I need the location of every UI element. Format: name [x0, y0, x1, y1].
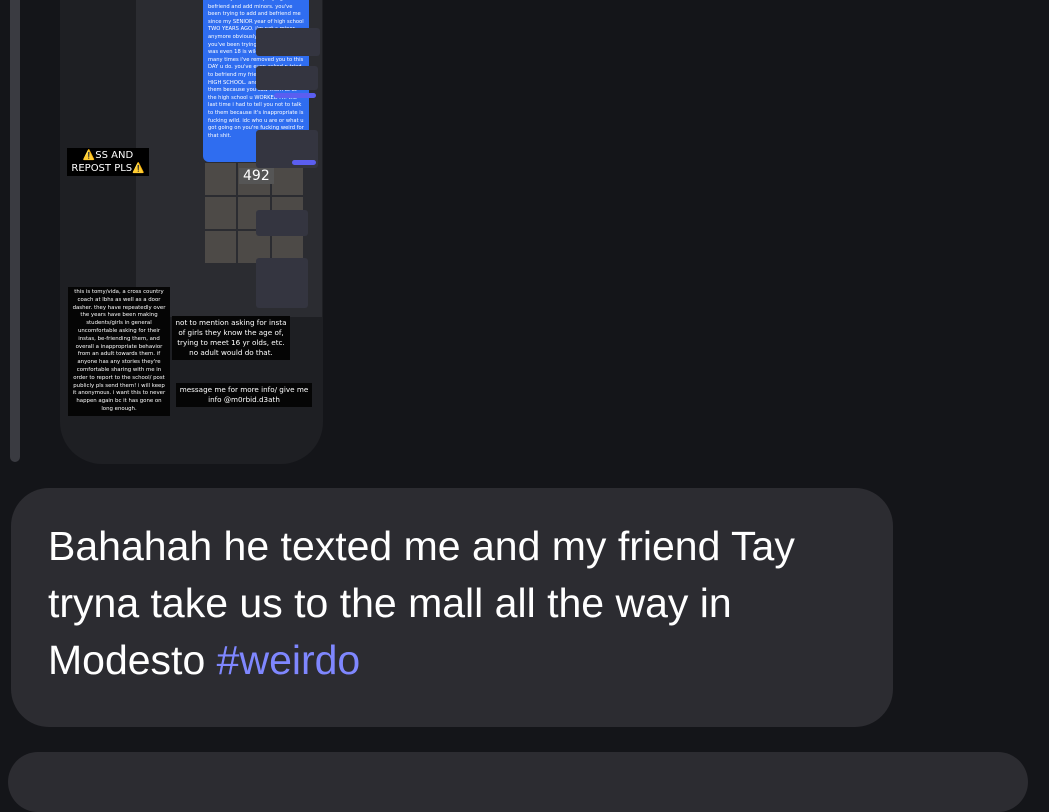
photo-tile — [205, 231, 237, 263]
story-middle-caption: not to mention asking for insta of girls… — [172, 316, 290, 360]
chat-screenshot-snippet — [256, 28, 320, 56]
warning-label: ⚠️SS AND REPOST PLS⚠️ — [67, 148, 149, 176]
count-badge: 492 — [239, 168, 274, 184]
chat-screenshot-snippet — [274, 93, 316, 98]
hashtag-link[interactable]: #weirdo — [217, 637, 361, 683]
chat-screenshot-snippet — [256, 210, 308, 236]
reply-thread-line — [10, 0, 20, 462]
chat-screenshot-snippet — [256, 294, 308, 308]
shared-story-image[interactable]: dude why tf do u keep trying to befriend… — [60, 0, 323, 464]
next-message-bubble[interactable] — [8, 752, 1028, 812]
photo-tile — [205, 197, 237, 229]
chat-screenshot-snippet — [256, 66, 318, 90]
chat-screenshot-snippet — [292, 160, 316, 165]
chat-message-bubble[interactable]: Bahahah he texted me and my friend Tay t… — [11, 488, 893, 727]
story-left-caption: this is tomy/vida, a cross country coach… — [68, 287, 170, 416]
message-text: Bahahah he texted me and my friend Tay t… — [48, 518, 878, 689]
message-body: Bahahah he texted me and my friend Tay t… — [48, 523, 795, 683]
photo-tile — [205, 163, 237, 195]
story-contact-caption: message me for more info/ give me info @… — [176, 383, 312, 407]
